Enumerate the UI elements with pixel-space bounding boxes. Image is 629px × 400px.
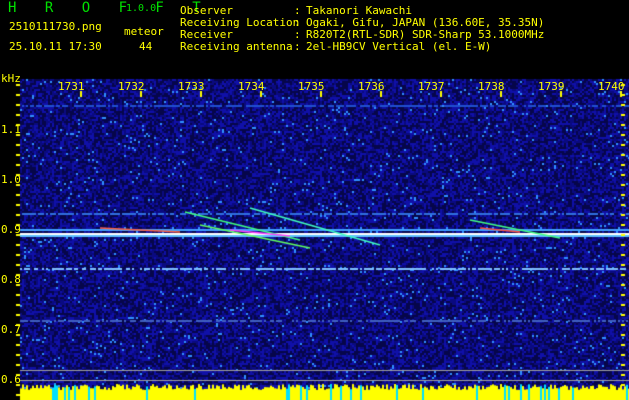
app-version: 1.0.0 <box>126 3 157 14</box>
info-label-antenna: Receiving antenna <box>180 40 293 53</box>
info-value-antenna: 2el-HB9CV Vertical (el. E-W) <box>306 40 492 53</box>
y-tick-label: 1.1 <box>1 123 21 136</box>
filename: 2510111730.png <box>9 20 102 33</box>
meteor-label: meteor <box>124 25 164 38</box>
x-tick-label: 1735 <box>298 80 325 93</box>
x-tick-label: 1739 <box>538 80 565 93</box>
info-sep: : <box>294 40 301 53</box>
x-tick-label: 1733 <box>178 80 205 93</box>
y-tick-label: 0.6 <box>1 373 21 386</box>
x-tick-label: 1734 <box>238 80 265 93</box>
y-tick-label: 1.0 <box>1 173 21 186</box>
y-tick-label: 0.9 <box>1 223 21 236</box>
datetime: 25.10.11 17:30 <box>9 40 102 53</box>
y-tick-label: 0.7 <box>1 323 21 336</box>
x-tick-label: 1740 <box>598 80 625 93</box>
x-tick-label: 1731 <box>58 80 85 93</box>
x-tick-label: 1737 <box>418 80 445 93</box>
x-tick-label: 1738 <box>478 80 505 93</box>
y-unit-label: kHz <box>1 72 21 85</box>
spectrogram-canvas <box>0 0 629 400</box>
x-tick-label: 1736 <box>358 80 385 93</box>
x-tick-label: 1732 <box>118 80 145 93</box>
meteor-count: 44 <box>139 40 153 53</box>
hrofft-window: H R O F F T 1.0.0 2510111730.png 25.10.1… <box>0 0 629 400</box>
y-tick-label: 0.8 <box>1 273 21 286</box>
